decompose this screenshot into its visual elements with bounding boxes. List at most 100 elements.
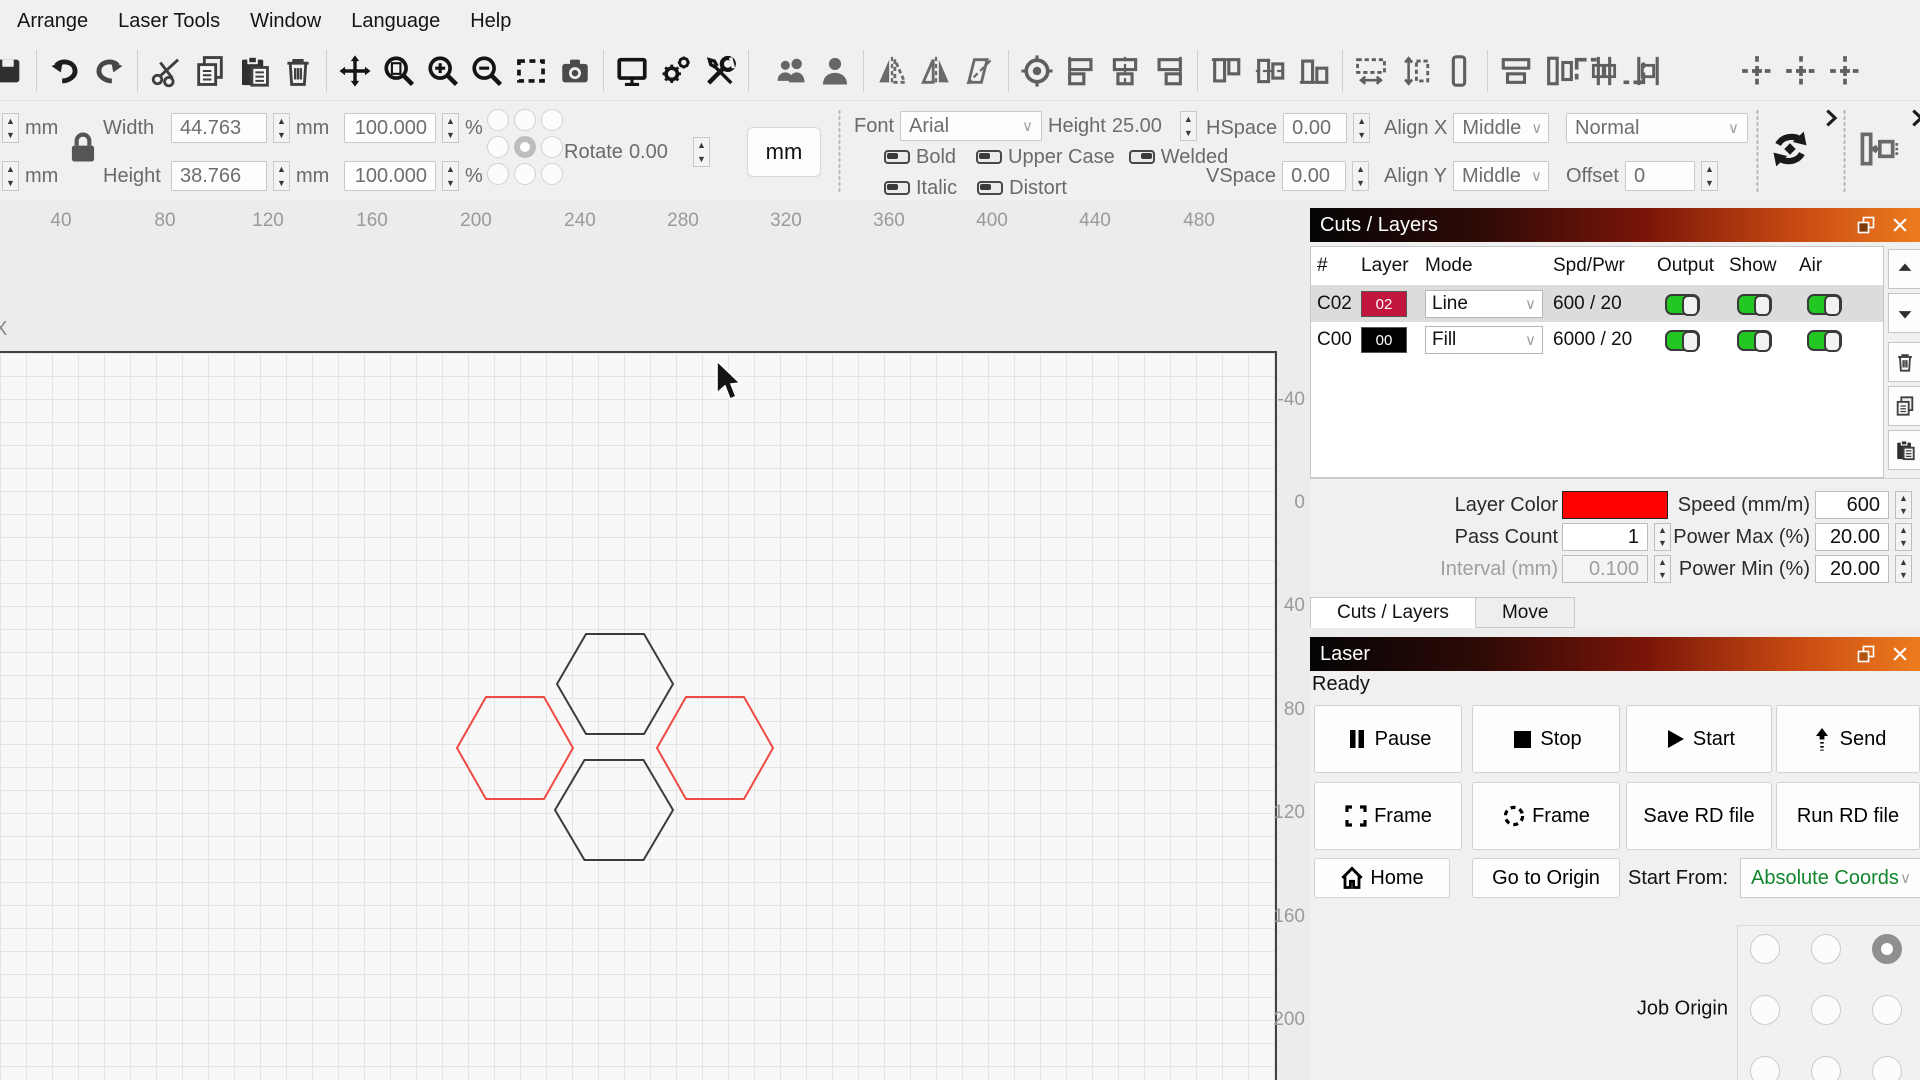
- job-origin-middle-center[interactable]: [1811, 995, 1841, 1025]
- layer-duplicate-button[interactable]: [1888, 386, 1920, 426]
- hexagon-shape[interactable]: [457, 697, 573, 799]
- group-users-icon[interactable]: [769, 48, 813, 94]
- hspace-stepper[interactable]: ▲▼: [1353, 113, 1370, 143]
- save-rd-file-button[interactable]: Save RD file: [1626, 782, 1772, 850]
- job-origin-top-right[interactable]: [1872, 934, 1902, 964]
- tools-wrench-icon[interactable]: [698, 48, 742, 94]
- menu-language[interactable]: Language: [336, 0, 455, 42]
- start-from-dropdown[interactable]: Absolute Coords∨: [1740, 858, 1920, 898]
- job-origin-bottom-center[interactable]: [1811, 1056, 1841, 1080]
- float-panel-icon[interactable]: [1856, 644, 1876, 664]
- shear-icon[interactable]: [958, 48, 1002, 94]
- focus-origin-icon[interactable]: [1015, 48, 1059, 94]
- paste-icon[interactable]: [232, 48, 276, 94]
- font-height-field[interactable]: 25.00: [1112, 115, 1174, 138]
- pass-count-stepper[interactable]: ▲▼: [1654, 523, 1671, 551]
- layer-delete-button[interactable]: [1888, 342, 1920, 382]
- rotate-stepper[interactable]: ▲▼: [693, 137, 710, 167]
- anchor-point-7[interactable]: [514, 163, 536, 185]
- font-height-stepper[interactable]: ▲▼: [1180, 111, 1197, 141]
- hspace-field[interactable]: 0.00: [1283, 113, 1347, 143]
- align-y-dropdown[interactable]: Middle∨: [1453, 161, 1549, 191]
- layer-color-chip[interactable]: 00: [1361, 327, 1407, 353]
- job-origin-bottom-left[interactable]: [1750, 1056, 1780, 1080]
- air-toggle[interactable]: [1807, 330, 1842, 351]
- width-percent-stepper[interactable]: ▲▼: [442, 113, 459, 143]
- laser-titlebar[interactable]: Laser: [1310, 637, 1920, 671]
- zoom-in-icon[interactable]: [421, 48, 465, 94]
- pass-count-field[interactable]: 1: [1562, 523, 1648, 551]
- hexagon-shape[interactable]: [657, 697, 773, 799]
- height-percent-stepper[interactable]: ▲▼: [442, 161, 459, 191]
- layer-row-C00[interactable]: C0000Fill∨6000 / 20: [1311, 322, 1883, 358]
- job-origin-middle-right[interactable]: [1872, 995, 1902, 1025]
- offset-stepper[interactable]: ▲▼: [1701, 161, 1718, 191]
- undo-icon[interactable]: [43, 48, 87, 94]
- close-panel-icon[interactable]: [1890, 644, 1910, 664]
- tab-move[interactable]: Move: [1476, 597, 1575, 628]
- text-style-dropdown[interactable]: Normal∨: [1566, 113, 1748, 143]
- monitor-icon[interactable]: [610, 48, 654, 94]
- distribute-width-icon[interactable]: [1349, 48, 1393, 94]
- anchor-point-2[interactable]: [541, 109, 563, 131]
- speed-field[interactable]: 600: [1815, 491, 1889, 519]
- upper-case-toggle[interactable]: [976, 150, 1002, 164]
- home-button[interactable]: Home: [1314, 858, 1450, 898]
- show-toggle[interactable]: [1737, 294, 1772, 315]
- same-width-icon[interactable]: [1494, 48, 1538, 94]
- place-marker-icon[interactable]: [1779, 48, 1823, 94]
- frame-corner-a-icon[interactable]: [1566, 48, 1610, 94]
- import-icon[interactable]: [0, 48, 30, 94]
- welded-toggle[interactable]: [1129, 150, 1155, 164]
- pan-icon[interactable]: [333, 48, 377, 94]
- height-field[interactable]: 38.766: [171, 161, 267, 191]
- menu-window[interactable]: Window: [235, 0, 336, 42]
- job-origin-top-center[interactable]: [1811, 934, 1841, 964]
- close-panel-icon[interactable]: [1890, 215, 1910, 235]
- variable-text-sync-icon[interactable]: [1768, 127, 1816, 175]
- font-dropdown[interactable]: Arial∨: [900, 111, 1042, 141]
- width-field[interactable]: 44.763: [171, 113, 267, 143]
- place-marker-icon[interactable]: [1823, 48, 1867, 94]
- offset-field[interactable]: 0: [1625, 161, 1695, 191]
- layer-mode-dropdown[interactable]: Line∨: [1425, 290, 1543, 318]
- stop-button[interactable]: Stop: [1472, 705, 1620, 773]
- vspace-field[interactable]: 0.00: [1282, 161, 1346, 191]
- anchor-point-5[interactable]: [541, 136, 563, 158]
- width-percent-field[interactable]: 100.000: [344, 113, 436, 143]
- cut-icon[interactable]: [144, 48, 188, 94]
- align-center-vertical-icon[interactable]: [1103, 48, 1147, 94]
- copy-icon[interactable]: [188, 48, 232, 94]
- anchor-point-8[interactable]: [541, 163, 563, 185]
- align-x-dropdown[interactable]: Middle∨: [1453, 113, 1549, 143]
- align-bottom-edges-icon[interactable]: [1292, 48, 1336, 94]
- width-stepper[interactable]: ▲▼: [273, 113, 290, 143]
- send-button[interactable]: Send: [1776, 705, 1920, 773]
- power-max-field[interactable]: 20.00: [1815, 523, 1889, 551]
- air-toggle[interactable]: [1807, 294, 1842, 315]
- ypos-stepper[interactable]: ▲▼: [2, 161, 19, 191]
- redo-icon[interactable]: [87, 48, 131, 94]
- output-toggle[interactable]: [1665, 294, 1700, 315]
- align-top-edges-icon[interactable]: [1204, 48, 1248, 94]
- align-right-edges-icon[interactable]: [1147, 48, 1191, 94]
- menu-laser-tools[interactable]: Laser Tools: [103, 0, 235, 42]
- power-min-stepper[interactable]: ▲▼: [1895, 555, 1912, 583]
- settings-gears-icon[interactable]: [654, 48, 698, 94]
- anchor-point-4-selected[interactable]: [514, 136, 536, 158]
- job-origin-bottom-right[interactable]: [1872, 1056, 1902, 1080]
- lock-aspect-icon[interactable]: [64, 129, 106, 175]
- power-min-field[interactable]: 20.00: [1815, 555, 1889, 583]
- go-to-origin-button[interactable]: Go to Origin: [1472, 858, 1620, 898]
- zoom-page-icon[interactable]: [377, 48, 421, 94]
- align-left-edges-icon[interactable]: [1059, 48, 1103, 94]
- mirror-vertical-icon[interactable]: [870, 48, 914, 94]
- float-panel-icon[interactable]: [1856, 215, 1876, 235]
- pause-button[interactable]: Pause: [1314, 705, 1462, 773]
- distort-toggle[interactable]: [977, 181, 1003, 195]
- hexagon-shape[interactable]: [555, 760, 673, 860]
- camera-icon[interactable]: [553, 48, 597, 94]
- job-origin-middle-left[interactable]: [1750, 995, 1780, 1025]
- start-button[interactable]: Start: [1626, 705, 1772, 773]
- speed-stepper[interactable]: ▲▼: [1895, 491, 1912, 519]
